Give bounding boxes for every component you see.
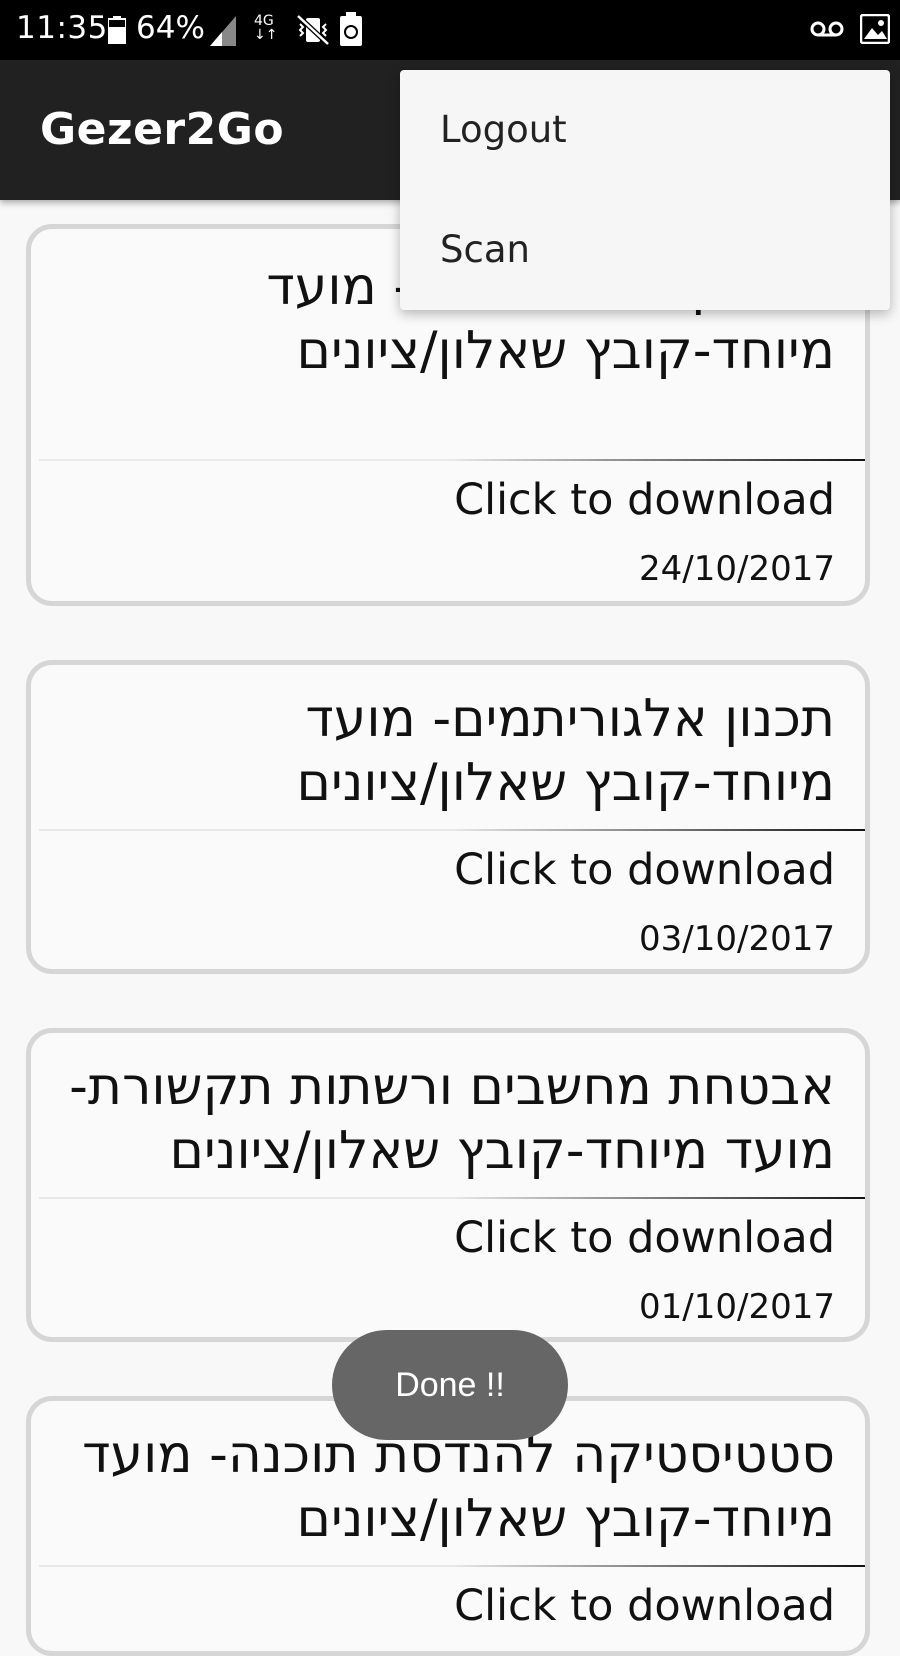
card-date: 24/10/2017 bbox=[639, 549, 835, 589]
download-link[interactable]: Click to download bbox=[454, 1581, 835, 1631]
download-link[interactable]: Click to download bbox=[454, 475, 835, 525]
image-icon bbox=[860, 14, 890, 44]
download-link[interactable]: Click to download bbox=[454, 1213, 835, 1263]
toast-message: Done !! bbox=[332, 1330, 568, 1440]
card-title: סטטיסטיקה להנדסת תוכנה- מועד מיוחד-קובץ … bbox=[82, 1425, 835, 1549]
card-divider bbox=[39, 459, 865, 461]
card-divider bbox=[39, 829, 865, 831]
overflow-menu: Logout Scan bbox=[400, 70, 890, 310]
recycle-icon bbox=[340, 12, 362, 46]
status-bar: 11:35 64% 4G ↓↑ bbox=[0, 0, 900, 60]
download-link[interactable]: Click to download bbox=[454, 845, 835, 895]
voicemail-icon bbox=[810, 21, 844, 37]
vibrate-mute-icon bbox=[296, 14, 330, 46]
list-item[interactable]: אבטחת מחשבים ורשתות תקשורת- מועד מיוחד-ק… bbox=[26, 1028, 870, 1342]
card-title: אבטחת מחשבים ורשתות תקשורת- מועד מיוחד-ק… bbox=[69, 1057, 835, 1181]
card-title: תכנון אלגוריתמים- מועד מיוחד-קובץ שאלון/… bbox=[296, 689, 835, 813]
app-title: Gezer2Go bbox=[40, 104, 285, 155]
card-date: 03/10/2017 bbox=[639, 919, 835, 959]
signal-icon bbox=[210, 16, 236, 46]
battery-icon bbox=[108, 16, 126, 44]
card-divider bbox=[39, 1197, 865, 1199]
card-divider bbox=[39, 1565, 865, 1567]
list-item[interactable]: תכנון אלגוריתמים- מועד מיוחד-קובץ שאלון/… bbox=[26, 660, 870, 974]
status-time: 11:35 bbox=[16, 10, 108, 46]
menu-item-scan[interactable]: Scan bbox=[400, 190, 890, 310]
menu-item-label: Logout bbox=[440, 108, 567, 151]
menu-item-logout[interactable]: Logout bbox=[400, 70, 890, 190]
menu-item-label: Scan bbox=[440, 228, 530, 271]
card-date: 01/10/2017 bbox=[639, 1287, 835, 1327]
network-4g-icon: 4G ↓↑ bbox=[254, 13, 278, 43]
battery-percent: 64% bbox=[136, 10, 205, 46]
